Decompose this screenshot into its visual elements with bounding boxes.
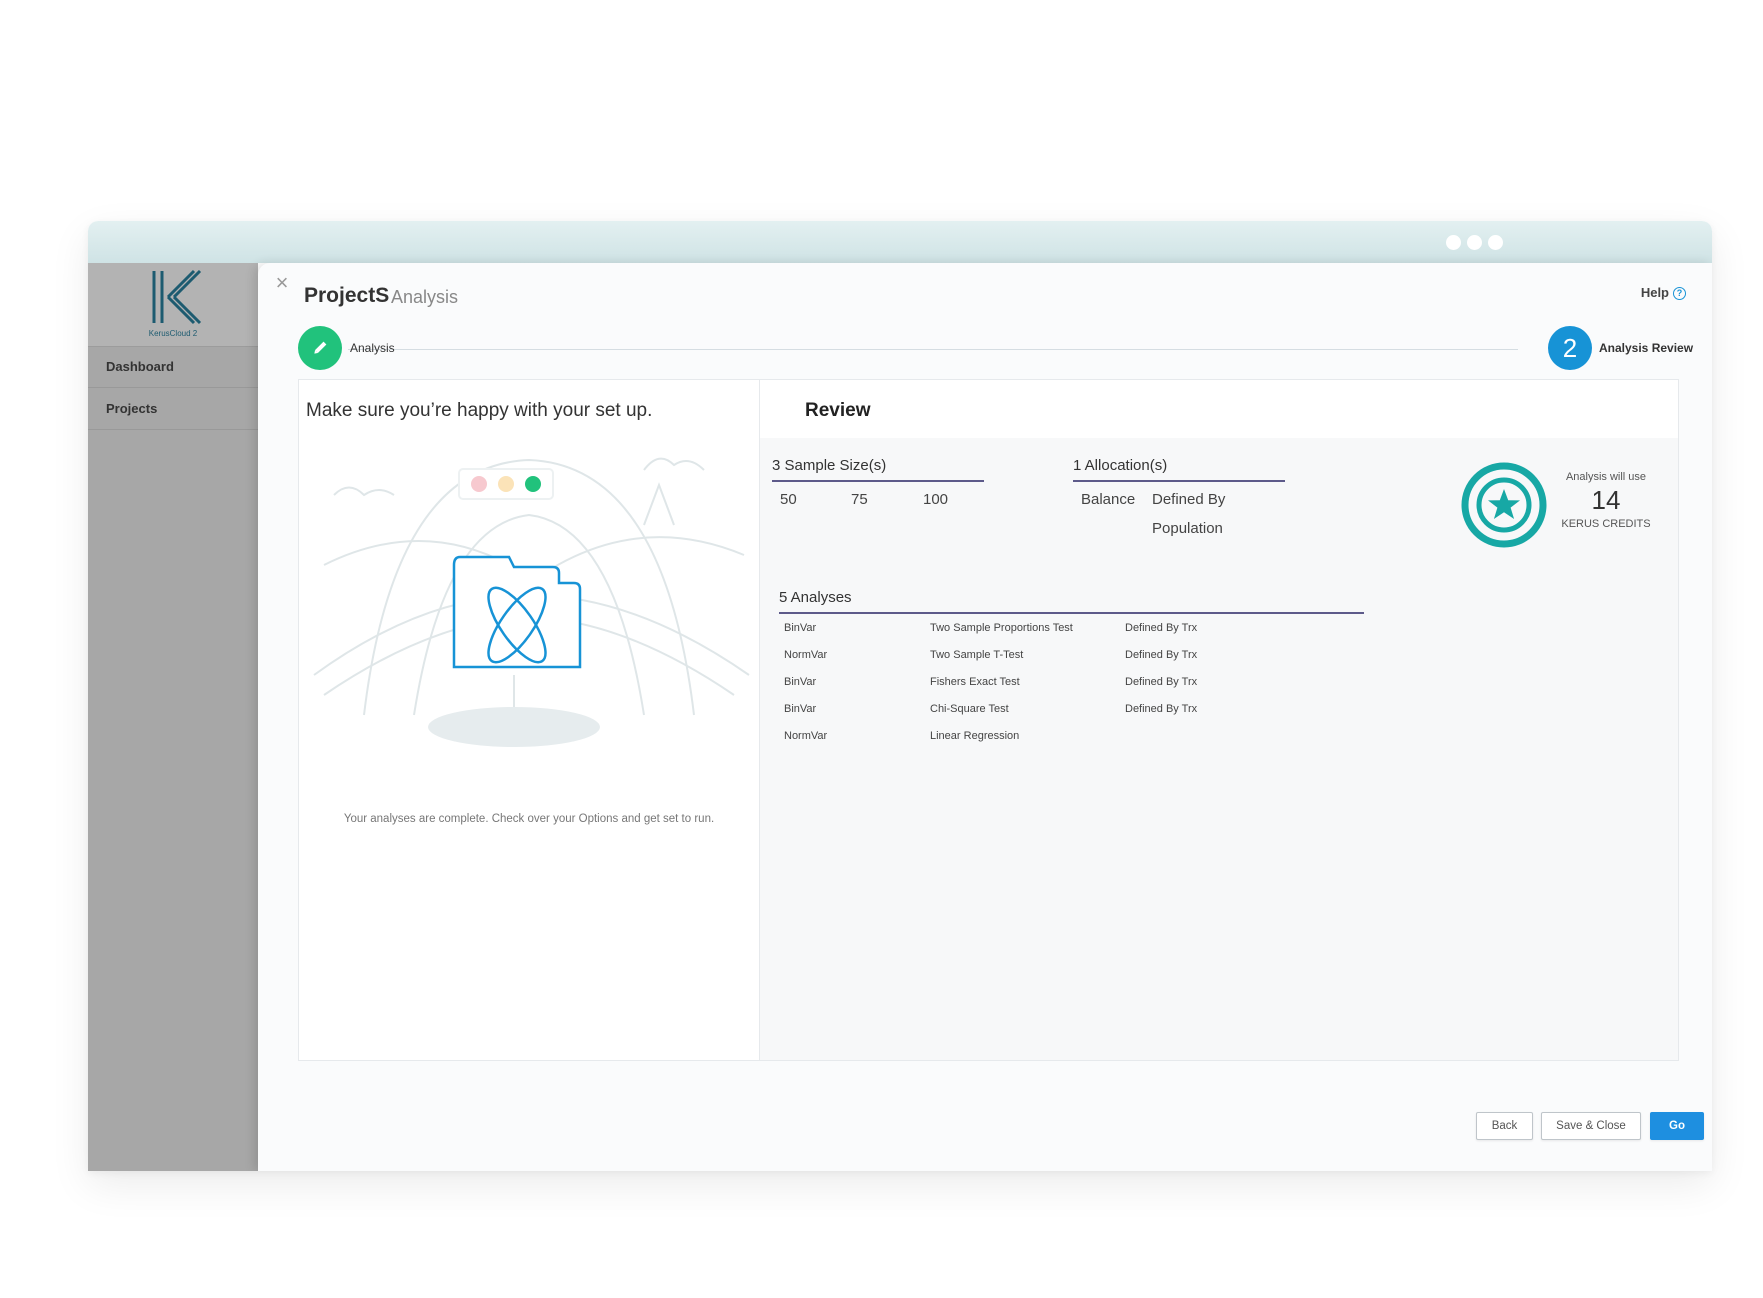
review-card: Make sure you’re happy with your set up. [298, 379, 1679, 1061]
analysis-variable: BinVar [784, 622, 817, 634]
credits-label-bottom: KERUS CREDITS [1561, 518, 1651, 530]
window-dot-icon [1488, 235, 1503, 250]
allocations-rule [1073, 480, 1285, 482]
step-review-number[interactable]: 2 [1548, 326, 1592, 370]
sidebar: KerusCloud 2 Dashboard Projects [88, 263, 258, 1171]
analysis-defined: Defined By Trx [1125, 703, 1198, 715]
analysis-illustration-icon [313, 457, 750, 747]
analysis-variable: BinVar [784, 703, 817, 715]
sample-size-value: 100 [923, 491, 949, 508]
kerus-logo-icon [152, 269, 202, 325]
analysis-test: Chi-Square Test [930, 703, 1009, 715]
pencil-icon [314, 341, 327, 354]
summary-pane: Make sure you’re happy with your set up. [299, 380, 760, 1060]
close-icon[interactable]: × [272, 272, 292, 294]
allocations-title: 1 Allocation(s) [1073, 457, 1168, 474]
sample-size-value: 75 [851, 491, 868, 508]
sample-size-value: 50 [780, 491, 797, 508]
analysis-defined: Defined By Trx [1125, 649, 1198, 661]
go-button[interactable]: Go [1650, 1112, 1704, 1140]
credits-amount: 14 [1591, 485, 1621, 515]
sample-sizes-title: 3 Sample Size(s) [772, 457, 887, 474]
allocation-value: Defined By [1152, 491, 1226, 508]
review-title: Review [805, 400, 871, 421]
credits-label-top: Analysis will use [1565, 471, 1647, 483]
analysis-defined: Defined By Trx [1125, 676, 1198, 688]
app-window: KerusCloud 2 Dashboard Projects × Projec… [88, 221, 1712, 1171]
star-badge-icon [1461, 462, 1547, 548]
back-button[interactable]: Back [1476, 1112, 1533, 1140]
step-analysis-label: Analysis [350, 341, 395, 355]
section-title: Analysis [391, 287, 459, 307]
analysis-test: Two Sample T-Test [930, 649, 1024, 661]
allocation-type: Balance [1081, 491, 1136, 508]
analysis-test: Fishers Exact Test [930, 676, 1020, 688]
logo-area: KerusCloud 2 [88, 263, 258, 347]
window-dot-icon [1467, 235, 1482, 250]
allocation-value: Population [1152, 520, 1223, 537]
step-review-label: Analysis Review [1599, 341, 1694, 355]
analysis-modal: × ProjectS Analysis Help? Analysis 2 Ana… [258, 263, 1712, 1171]
review-header: Review [760, 380, 1678, 438]
analysis-test: Linear Regression [930, 730, 1020, 742]
analysis-variable: BinVar [784, 676, 817, 688]
project-title: ProjectS [304, 284, 390, 307]
analysis-defined: Defined By Trx [1125, 622, 1198, 634]
window-dot-icon [1446, 235, 1461, 250]
sample-sizes-rule [772, 480, 984, 482]
review-pane: Review 3 Sample Size(s) 50 75 100 1 Allo… [760, 380, 1678, 1060]
help-link[interactable]: Help? [1640, 285, 1686, 301]
sidebar-item-dashboard[interactable]: Dashboard [88, 346, 258, 388]
analysis-test: Two Sample Proportions Test [930, 622, 1073, 634]
help-icon: ? [1673, 287, 1686, 301]
analysis-variable: NormVar [784, 649, 828, 661]
help-label: Help [1640, 285, 1669, 300]
analysis-variable: NormVar [784, 730, 828, 742]
sidebar-item-projects[interactable]: Projects [88, 388, 258, 430]
analyses-rule [779, 612, 1364, 614]
stepper-line [348, 349, 1518, 350]
analyses-title: 5 Analyses [779, 589, 852, 606]
summary-caption: Your analyses are complete. Check over y… [343, 813, 715, 825]
step-analysis-complete[interactable] [298, 326, 342, 370]
save-close-button[interactable]: Save & Close [1541, 1112, 1641, 1140]
summary-heading: Make sure you’re happy with your set up. [306, 400, 653, 421]
logo-text: KerusCloud 2 [148, 329, 198, 338]
window-titlebar [88, 221, 1712, 263]
